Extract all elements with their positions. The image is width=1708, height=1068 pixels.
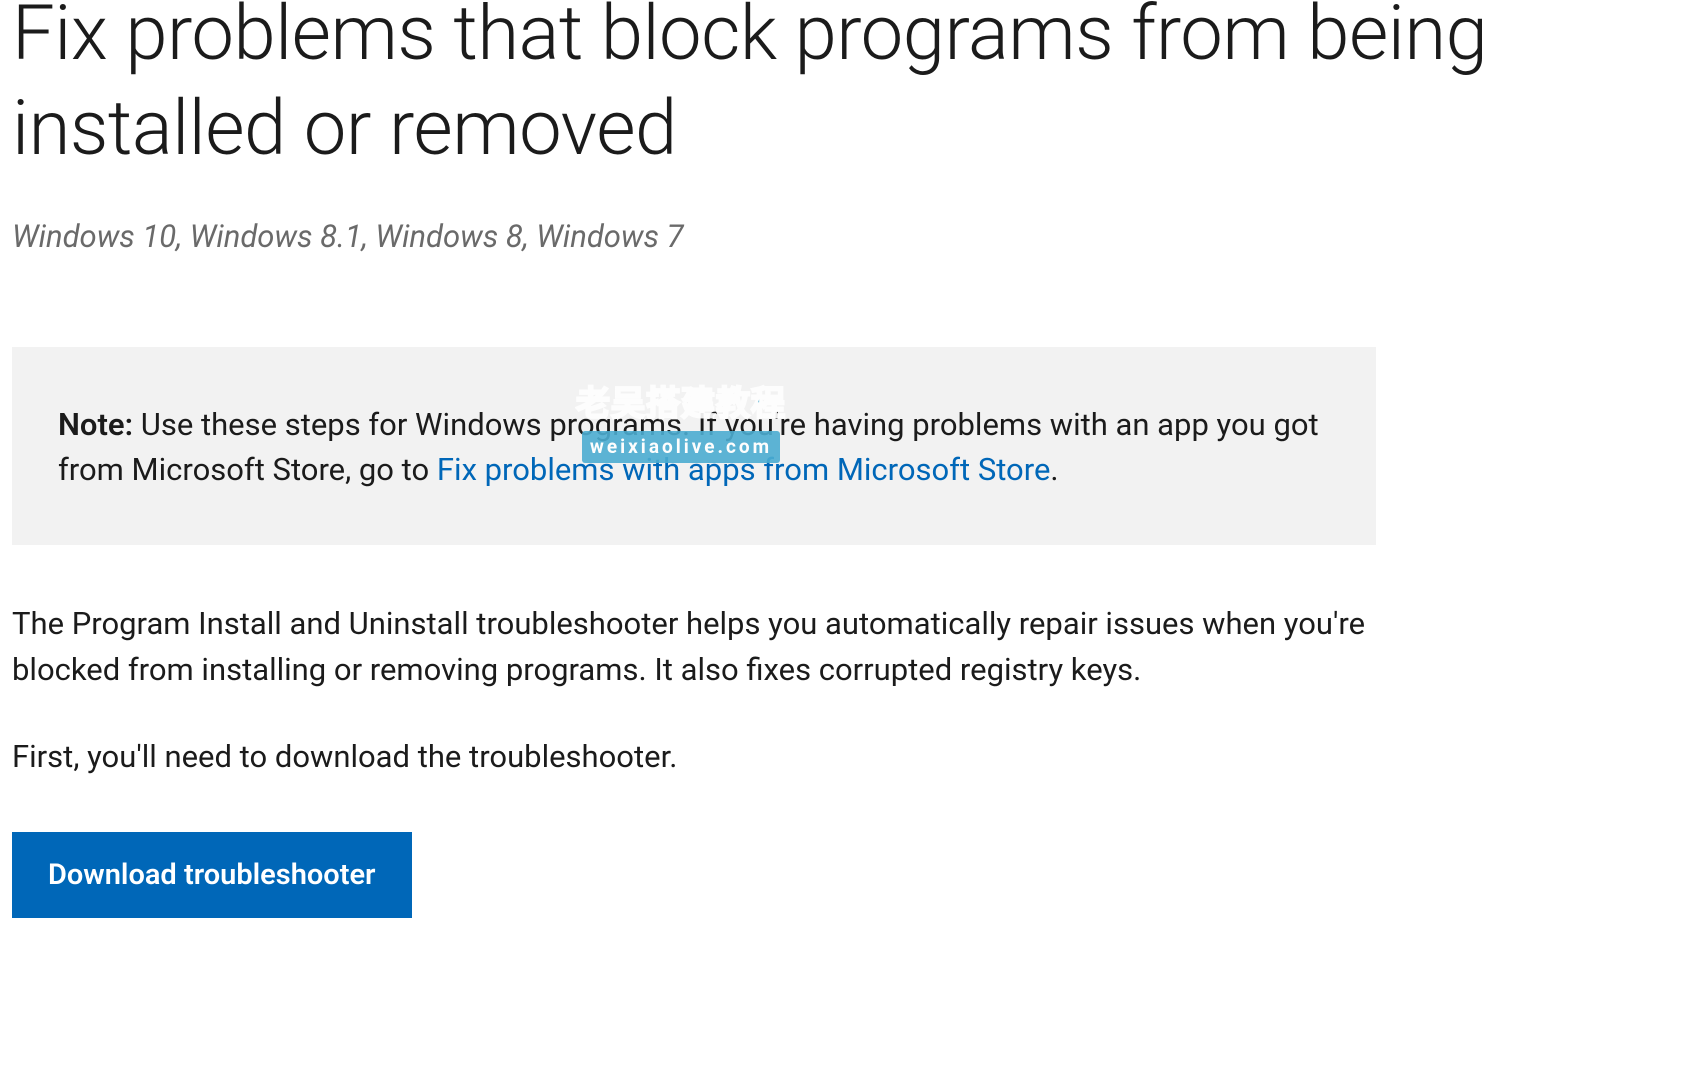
instruction-paragraph: First, you'll need to download the troub…	[12, 734, 1392, 781]
note-store-link[interactable]: Fix problems with apps from Microsoft St…	[437, 451, 1051, 488]
note-callout: 老吴搭建教程 weixiaolive.com Note: Use these s…	[12, 347, 1376, 545]
note-text-after: .	[1050, 451, 1058, 488]
download-troubleshooter-button[interactable]: Download troubleshooter	[12, 832, 412, 918]
note-label: Note:	[58, 406, 133, 443]
intro-paragraph: The Program Install and Uninstall troubl…	[12, 601, 1392, 694]
page-title: Fix problems that block programs from be…	[12, 0, 1696, 176]
applies-to-text: Windows 10, Windows 8.1, Windows 8, Wind…	[12, 218, 1696, 255]
